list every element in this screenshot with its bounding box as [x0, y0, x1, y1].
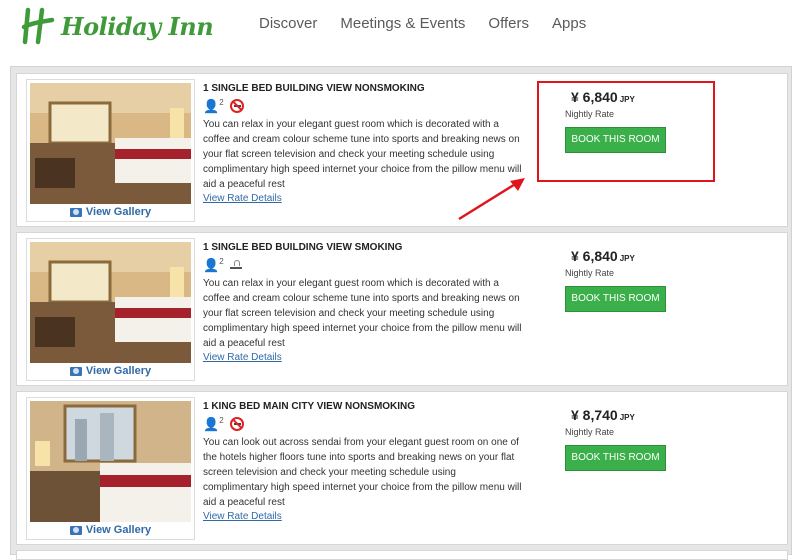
room-card: View Gallery 1 KING BED MAIN CITY VIEW N… — [16, 391, 788, 545]
view-gallery-label: View Gallery — [85, 365, 152, 377]
occupancy-count: 2 — [219, 97, 224, 107]
holiday-inn-logo[interactable]: Holiday Inn — [18, 6, 214, 46]
price-amount: ¥ 6,840 — [571, 248, 618, 264]
camera-icon — [69, 366, 82, 376]
annotation-highlight-box — [537, 81, 715, 182]
room-thumbnail: View Gallery — [26, 79, 195, 222]
room-amenity-icons: 👤2 — [203, 416, 244, 432]
room-title: 1 SINGLE BED BUILDING VIEW NONSMOKING — [203, 83, 425, 94]
view-gallery-link[interactable]: View Gallery — [27, 206, 194, 218]
room-photo[interactable] — [30, 83, 191, 204]
room-thumbnail: View Gallery — [26, 397, 195, 540]
price-currency: JPY — [619, 413, 635, 422]
view-gallery-label: View Gallery — [85, 206, 152, 218]
occupancy-count: 2 — [219, 256, 224, 266]
book-this-room-button[interactable]: BOOK THIS ROOM — [565, 286, 666, 312]
room-card: View Gallery 1 SINGLE BED BUILDING VIEW … — [16, 232, 788, 386]
nav-meetings-events[interactable]: Meetings & Events — [340, 15, 465, 32]
room-photo[interactable] — [30, 401, 191, 522]
annotation-arrow-icon — [458, 178, 525, 221]
view-rate-details-link[interactable]: View Rate Details — [203, 193, 282, 204]
nav-discover[interactable]: Discover — [259, 15, 317, 32]
room-card-partial — [16, 550, 788, 560]
view-gallery-link[interactable]: View Gallery — [27, 365, 194, 377]
view-gallery-label: View Gallery — [85, 524, 152, 536]
room-amenity-icons: 👤2 — [203, 98, 244, 114]
book-this-room-button[interactable]: BOOK THIS ROOM — [565, 445, 666, 471]
room-description: You can relax in your elegant guest room… — [203, 278, 522, 349]
room-title: 1 SINGLE BED BUILDING VIEW SMOKING — [203, 242, 403, 253]
holiday-inn-h-icon — [21, 7, 55, 45]
smoking-icon — [229, 260, 243, 270]
main-nav: Discover Meetings & Events Offers Apps — [259, 15, 609, 32]
person-icon: 👤2 — [203, 256, 224, 273]
room-amenity-icons: 👤2 — [203, 257, 243, 273]
person-icon: 👤2 — [203, 97, 224, 114]
nightly-rate-label: Nightly Rate — [565, 268, 615, 278]
no-smoking-icon — [229, 99, 244, 113]
room-price: ¥ 6,840 JPY — [571, 248, 635, 264]
brand-name: Holiday Inn — [61, 11, 214, 41]
nightly-rate-label: Nightly Rate — [565, 427, 615, 437]
nav-offers[interactable]: Offers — [488, 15, 529, 32]
view-rate-details-link[interactable]: View Rate Details — [203, 352, 282, 363]
view-gallery-link[interactable]: View Gallery — [27, 524, 194, 536]
room-title: 1 KING BED MAIN CITY VIEW NONSMOKING — [203, 401, 416, 412]
price-amount: ¥ 8,740 — [571, 407, 618, 423]
site-header: Holiday Inn Discover Meetings & Events O… — [0, 0, 800, 56]
occupancy-count: 2 — [219, 415, 224, 425]
nav-apps[interactable]: Apps — [552, 15, 586, 32]
room-thumbnail: View Gallery — [26, 238, 195, 381]
room-photo[interactable] — [30, 242, 191, 363]
view-rate-details-link[interactable]: View Rate Details — [203, 511, 282, 522]
person-icon: 👤2 — [203, 415, 224, 432]
room-price: ¥ 8,740 JPY — [571, 407, 635, 423]
no-smoking-icon — [229, 417, 244, 431]
price-currency: JPY — [619, 254, 635, 263]
camera-icon — [69, 525, 82, 535]
room-description: You can look out across sendai from your… — [203, 437, 522, 508]
camera-icon — [69, 207, 82, 217]
